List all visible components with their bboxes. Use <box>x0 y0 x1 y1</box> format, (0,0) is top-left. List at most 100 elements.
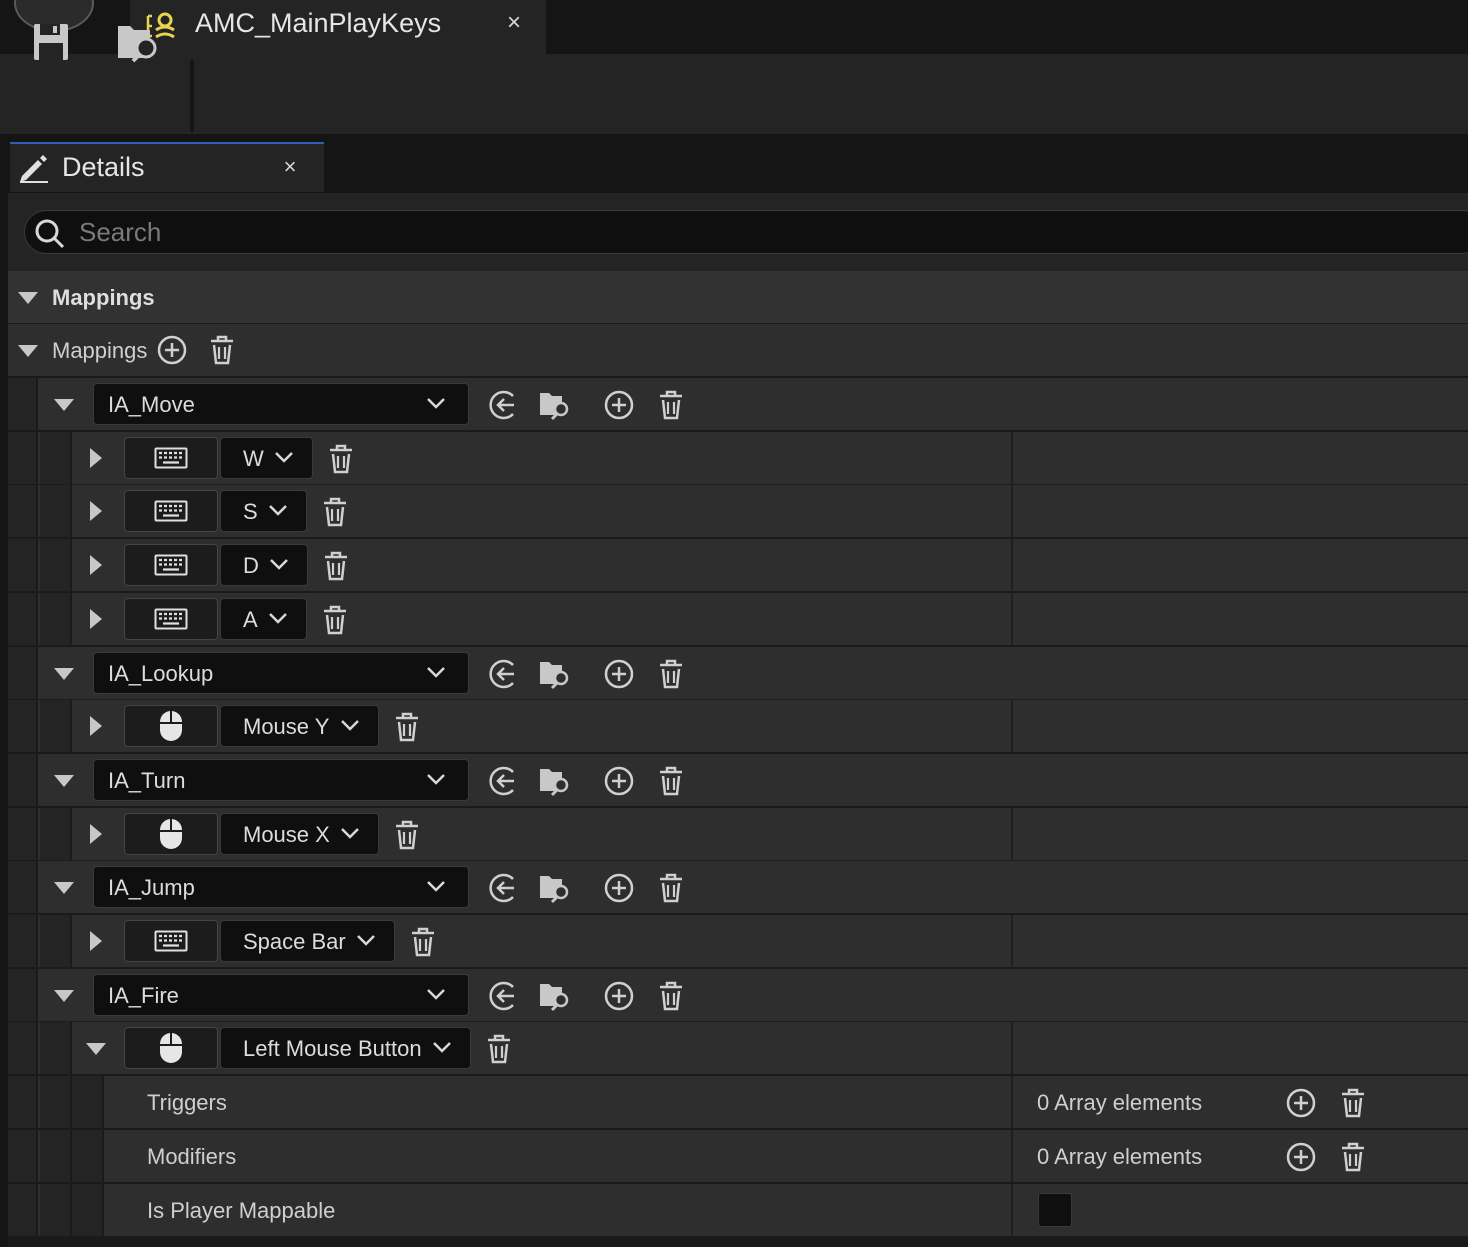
column-splitter[interactable] <box>1011 700 1013 753</box>
add-key-button[interactable] <box>601 870 637 906</box>
collapse-arrow-icon[interactable] <box>54 399 74 411</box>
key-capture-button[interactable] <box>124 490 218 533</box>
expand-arrow-icon[interactable] <box>90 823 102 844</box>
expand-arrow-icon[interactable] <box>90 501 102 522</box>
expand-arrow-icon[interactable] <box>90 555 102 576</box>
collapse-arrow-icon[interactable] <box>54 774 74 787</box>
delete-key-button[interactable] <box>389 817 425 853</box>
browse-to-action-button[interactable] <box>537 870 573 906</box>
expand-arrow-icon[interactable] <box>90 608 102 629</box>
clear-elements-button[interactable] <box>1335 1139 1371 1175</box>
column-splitter[interactable] <box>1011 1183 1013 1236</box>
collapse-arrow-icon[interactable] <box>54 667 74 680</box>
add-element-button[interactable] <box>1283 1085 1319 1121</box>
close-details-button[interactable]: × <box>276 150 304 184</box>
column-splitter[interactable] <box>1011 592 1013 645</box>
key-selector-dropdown[interactable]: Mouse X <box>220 812 379 855</box>
browse-to-asset-button[interactable] <box>110 16 166 68</box>
input-action-dropdown[interactable]: IA_Fire <box>93 973 469 1016</box>
reset-to-default-button[interactable] <box>485 978 521 1014</box>
trash-icon <box>481 1031 517 1067</box>
delete-action-button[interactable] <box>653 978 689 1014</box>
delete-action-button[interactable] <box>653 387 689 423</box>
delete-action-button[interactable] <box>653 870 689 906</box>
delete-key-button[interactable] <box>389 709 425 745</box>
array-count-value: 0 Array elements <box>1037 1090 1203 1116</box>
collapse-arrow-icon[interactable] <box>18 292 38 304</box>
delete-key-button[interactable] <box>317 494 353 530</box>
details-tab[interactable]: Details × <box>10 142 324 192</box>
category-header-mappings[interactable]: Mappings <box>8 271 1468 324</box>
add-key-button[interactable] <box>601 978 637 1014</box>
reset-to-default-button[interactable] <box>485 656 521 692</box>
add-key-button[interactable] <box>601 763 637 799</box>
column-splitter[interactable] <box>1011 431 1013 484</box>
column-splitter[interactable] <box>1011 1076 1013 1129</box>
delete-key-button[interactable] <box>405 924 441 960</box>
add-element-button[interactable] <box>1283 1139 1319 1175</box>
column-splitter[interactable] <box>1011 1022 1013 1075</box>
input-action-dropdown[interactable]: IA_Move <box>93 383 469 425</box>
browse-to-action-button[interactable] <box>537 978 573 1014</box>
key-selector-dropdown[interactable]: S <box>220 490 307 533</box>
clear-elements-button[interactable] <box>1335 1085 1371 1121</box>
expand-arrow-icon[interactable] <box>90 447 102 468</box>
add-key-button[interactable] <box>601 387 637 423</box>
key-selector-dropdown[interactable]: W <box>220 436 313 479</box>
collapse-arrow-icon[interactable] <box>86 1043 106 1056</box>
collapse-arrow-icon[interactable] <box>54 989 74 1002</box>
indent-gutter <box>8 1183 38 1236</box>
delete-key-button[interactable] <box>481 1031 517 1067</box>
delete-key-button[interactable] <box>317 602 353 638</box>
delete-action-button[interactable] <box>653 763 689 799</box>
key-selector-dropdown[interactable]: A <box>220 597 307 640</box>
indent-gutter <box>72 1183 104 1236</box>
document-tab-title: AMC_MainPlayKeys <box>195 8 442 38</box>
delete-key-button[interactable] <box>323 441 359 477</box>
browse-to-action-button[interactable] <box>537 656 573 692</box>
key-capture-button[interactable] <box>124 920 218 962</box>
search-input[interactable] <box>79 213 1459 251</box>
key-name: Left Mouse Button <box>243 1036 422 1062</box>
add-key-button[interactable] <box>601 656 637 692</box>
input-action-dropdown[interactable]: IA_Lookup <box>93 651 469 694</box>
collapse-arrow-icon[interactable] <box>18 345 38 357</box>
collapse-arrow-icon[interactable] <box>54 882 74 895</box>
search-box[interactable] <box>24 210 1468 254</box>
key-capture-button[interactable] <box>124 436 218 479</box>
column-splitter[interactable] <box>1011 1129 1013 1182</box>
browse-to-action-button[interactable] <box>537 763 573 799</box>
document-tab[interactable]: AMC_MainPlayKeys × <box>130 0 546 54</box>
browse-to-action-button[interactable] <box>537 387 573 423</box>
column-splitter[interactable] <box>1011 539 1013 592</box>
input-action-dropdown[interactable]: IA_Jump <box>93 866 469 909</box>
close-tab-button[interactable]: × <box>500 8 528 38</box>
clear-mappings-button[interactable] <box>204 332 240 368</box>
key-selector-dropdown[interactable]: Space Bar <box>220 920 395 962</box>
column-splitter[interactable] <box>1011 485 1013 538</box>
expand-arrow-icon[interactable] <box>90 931 102 951</box>
key-capture-button[interactable] <box>124 544 218 587</box>
column-splitter[interactable] <box>1011 915 1013 967</box>
input-action-dropdown[interactable]: IA_Turn <box>93 758 469 801</box>
delete-key-button[interactable] <box>318 548 354 584</box>
column-splitter[interactable] <box>1011 807 1013 860</box>
add-mapping-button[interactable] <box>154 332 190 368</box>
key-mapping-row: Mouse Y <box>8 700 1468 754</box>
player-mappable-checkbox[interactable] <box>1038 1192 1072 1227</box>
reset-to-default-button[interactable] <box>485 387 521 423</box>
key-selector-dropdown[interactable]: D <box>220 544 308 587</box>
reset-to-default-button[interactable] <box>485 763 521 799</box>
key-capture-button[interactable] <box>124 705 218 748</box>
save-button[interactable] <box>26 16 76 68</box>
trash-icon <box>318 548 354 584</box>
reset-to-default-button[interactable] <box>485 870 521 906</box>
key-capture-button[interactable] <box>124 812 218 855</box>
key-selector-dropdown[interactable]: Mouse Y <box>220 705 379 748</box>
reset-arrow-icon <box>485 387 521 423</box>
key-selector-dropdown[interactable]: Left Mouse Button <box>220 1027 471 1070</box>
expand-arrow-icon[interactable] <box>90 716 102 737</box>
key-capture-button[interactable] <box>124 1027 218 1070</box>
delete-action-button[interactable] <box>653 656 689 692</box>
key-capture-button[interactable] <box>124 597 218 640</box>
